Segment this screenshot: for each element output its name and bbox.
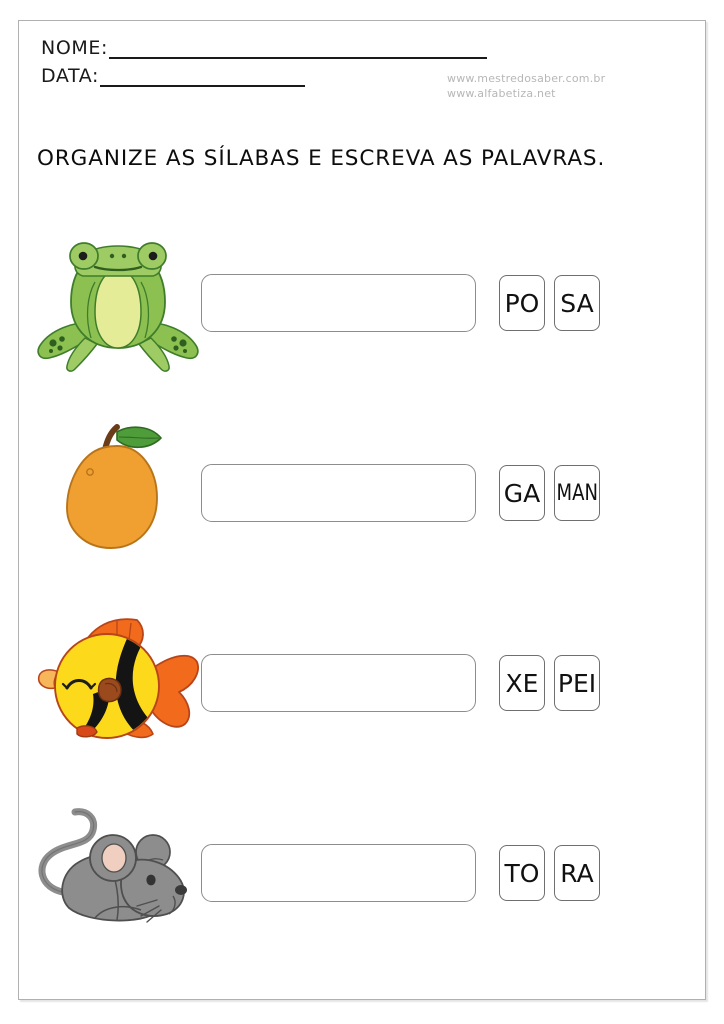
instruction-text: ORGANIZE AS SÍLABAS E ESCREVA AS PALAVRA…: [37, 146, 606, 171]
syllable-tile[interactable]: PEI: [554, 655, 600, 711]
worksheet-header: NOME: DATA: www.mestredosaber.com.br www…: [19, 21, 705, 131]
answer-input[interactable]: [201, 274, 476, 332]
name-label: NOME:: [41, 37, 108, 59]
syllable-group: GA MAN: [499, 465, 600, 521]
syllable-tile[interactable]: GA: [499, 465, 545, 521]
syllable-tile[interactable]: TO: [499, 845, 545, 901]
syllable-group: TO RA: [499, 845, 600, 901]
syllable-tile[interactable]: RA: [554, 845, 600, 901]
worksheet-page: NOME: DATA: www.mestredosaber.com.br www…: [18, 20, 706, 1000]
syllable-text: MAN: [556, 480, 598, 506]
answer-input[interactable]: [201, 654, 476, 712]
syllable-tile[interactable]: SA: [554, 275, 600, 331]
website-credits: www.mestredosaber.com.br www.alfabetiza.…: [447, 71, 605, 101]
date-field-row: DATA:: [41, 65, 306, 87]
exercise-row: XE PEI: [19, 606, 705, 756]
exercise-row: GA MAN: [19, 416, 705, 566]
syllable-tile[interactable]: MAN: [554, 465, 600, 521]
answer-input[interactable]: [201, 844, 476, 902]
name-field-row: NOME:: [41, 37, 487, 59]
syllable-group: PO SA: [499, 275, 600, 331]
date-label: DATA:: [41, 65, 100, 87]
mango-illustration: [33, 416, 203, 566]
syllable-group: XE PEI: [499, 655, 600, 711]
name-write-line[interactable]: [108, 43, 487, 59]
fish-illustration: [33, 606, 203, 756]
syllable-tile[interactable]: PO: [499, 275, 545, 331]
website-line-1: www.mestredosaber.com.br: [447, 72, 606, 85]
answer-input[interactable]: [201, 464, 476, 522]
mouse-illustration: [33, 796, 203, 946]
date-write-line[interactable]: [100, 71, 306, 87]
website-line-2: www.alfabetiza.net: [447, 87, 556, 100]
syllable-tile[interactable]: XE: [499, 655, 545, 711]
exercise-row: TO RA: [19, 796, 705, 946]
exercise-row: PO SA: [19, 226, 705, 376]
frog-illustration: [33, 226, 203, 376]
